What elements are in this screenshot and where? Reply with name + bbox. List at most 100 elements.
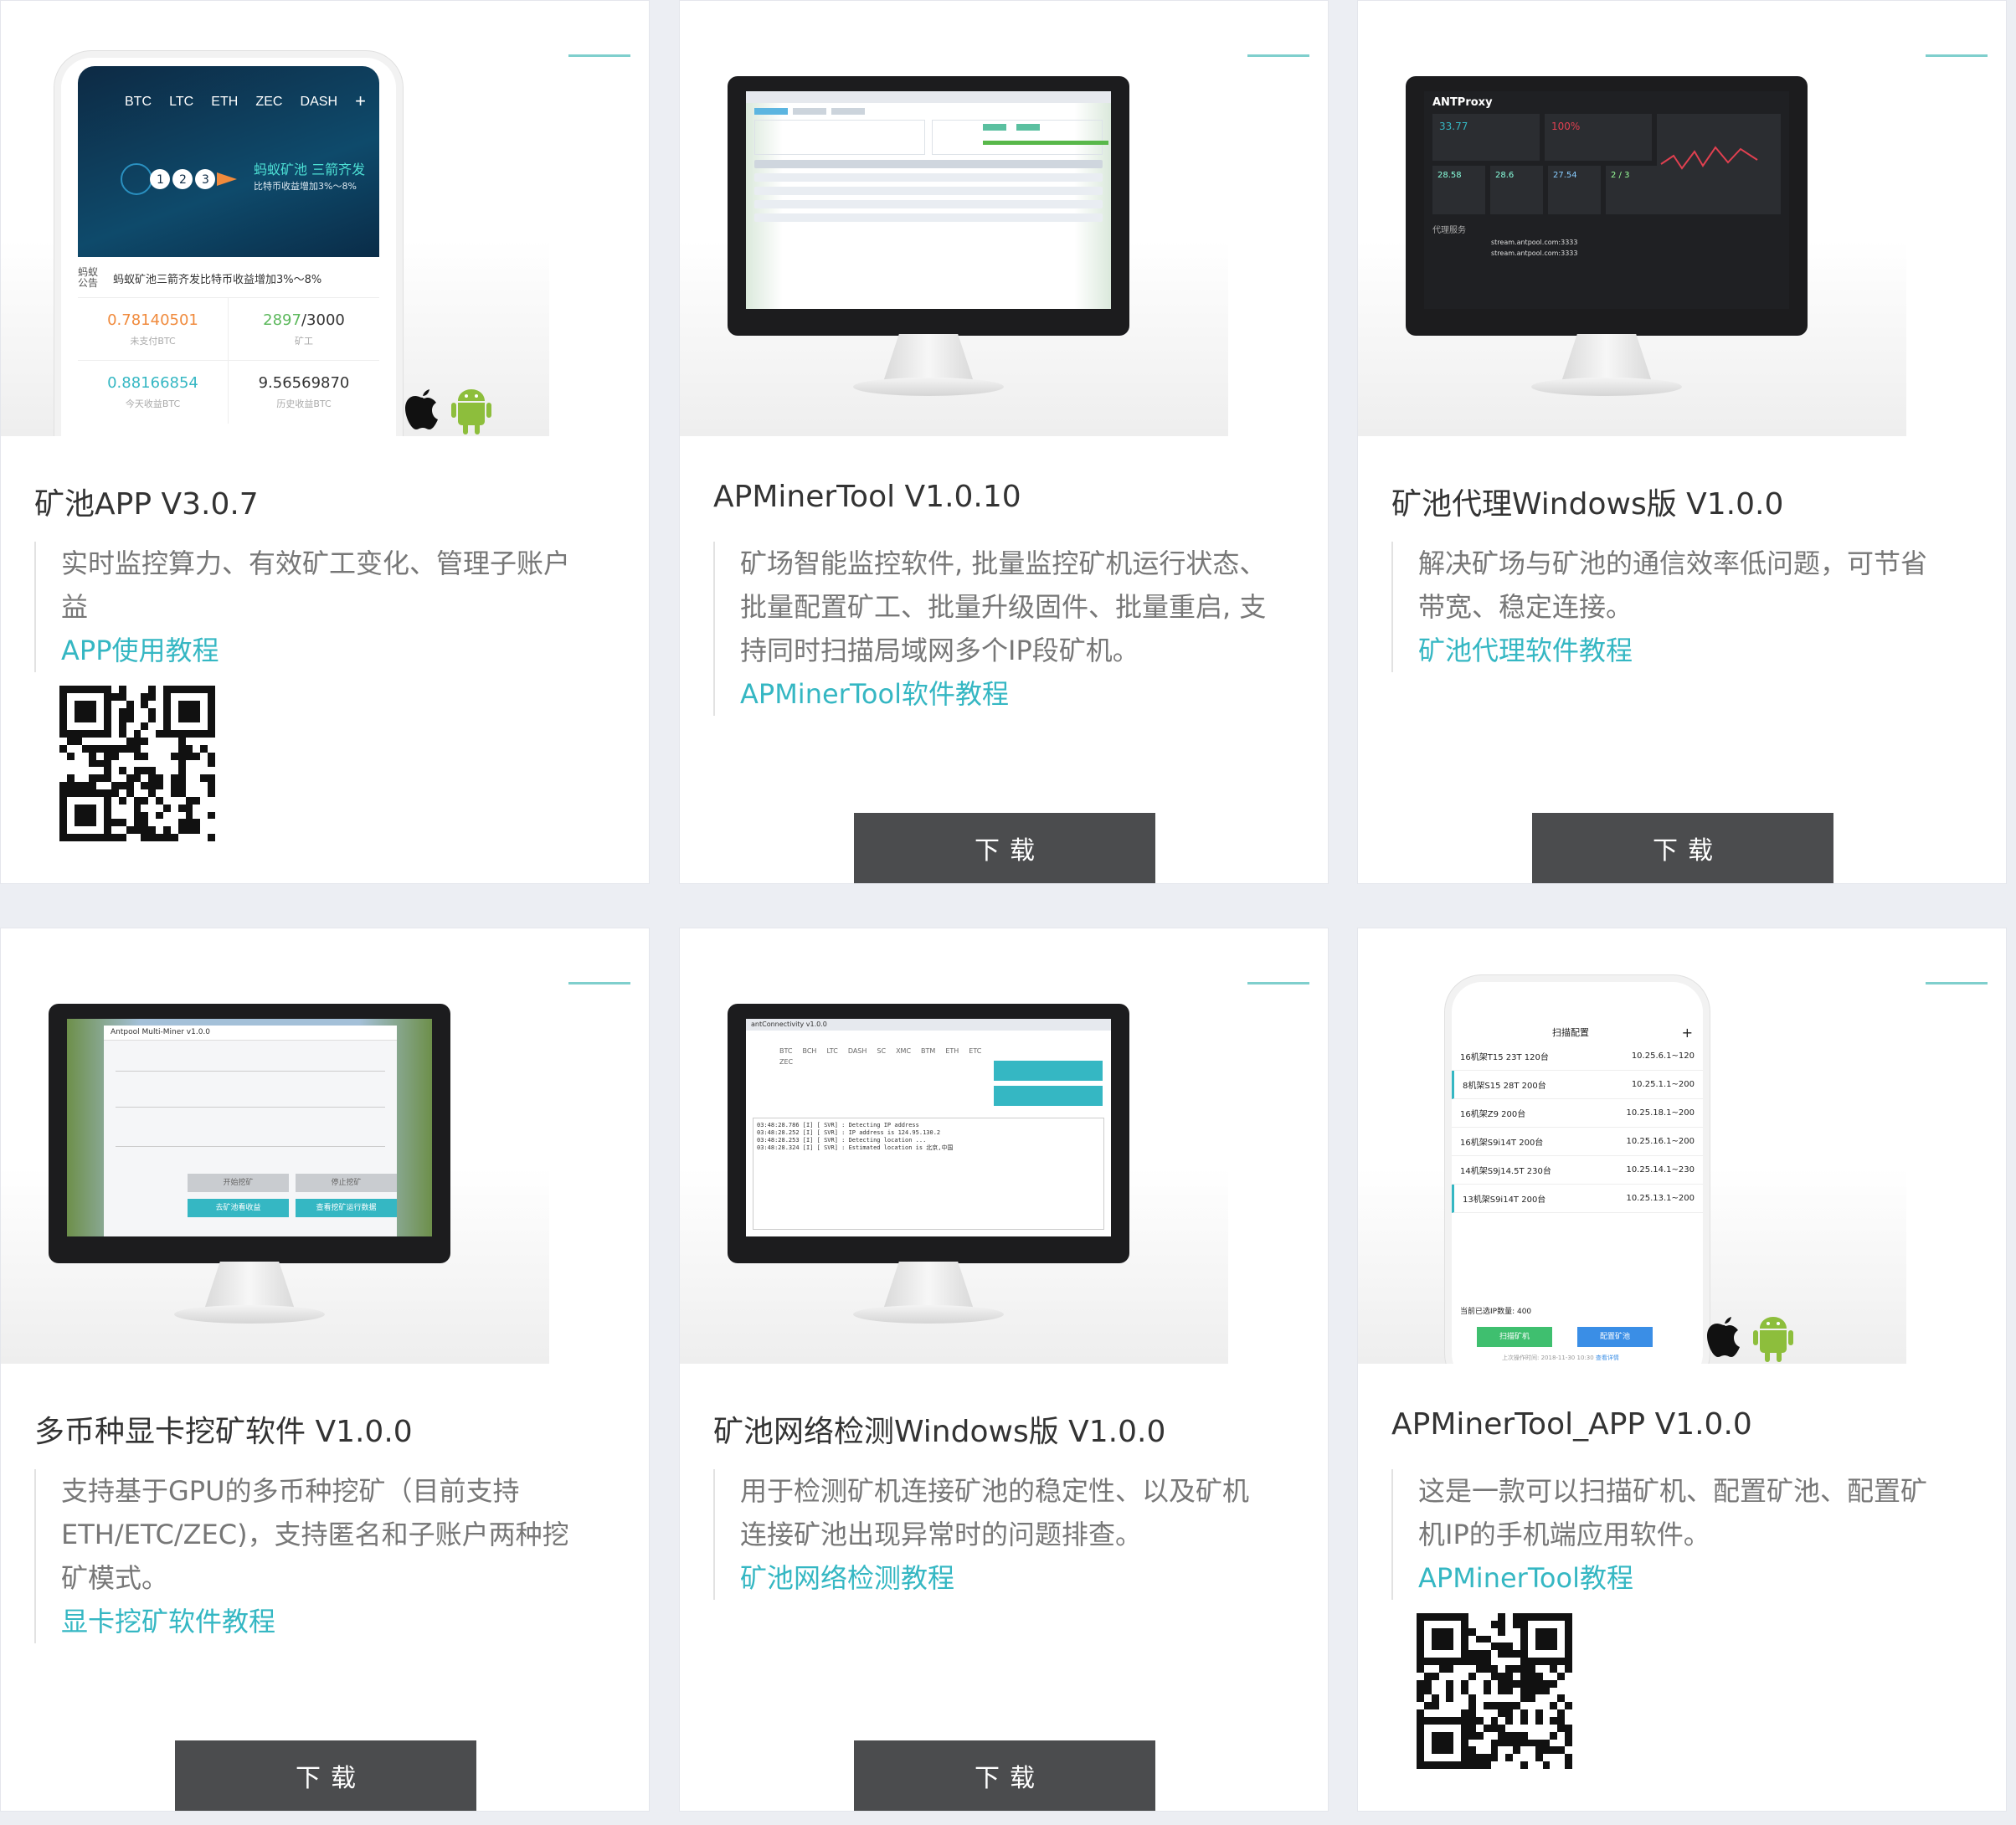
- coin-tab[interactable]: BTC: [125, 95, 152, 110]
- qr-module: [193, 722, 200, 730]
- qr-module: [119, 805, 126, 812]
- qr-module: [1565, 1688, 1572, 1695]
- download-button[interactable]: 下载: [854, 1740, 1155, 1811]
- card-title: 矿池代理Windows版 V1.0.0: [1391, 487, 1784, 522]
- rack-row[interactable]: 16机架T15 23T 120台 10.25.6.1~120: [1452, 1042, 1703, 1071]
- coin-tab[interactable]: ZEC: [255, 95, 282, 110]
- qr-module: [162, 692, 171, 701]
- qr-module: [1528, 1709, 1535, 1717]
- qr-module: [1565, 1739, 1572, 1747]
- qr-module: [1461, 1673, 1468, 1680]
- qr-module: [133, 819, 141, 827]
- rack-row[interactable]: 14机架S9j14.5T 230台 10.25.14.1~230: [1452, 1156, 1703, 1185]
- qr-module: [1542, 1658, 1551, 1665]
- qr-module: [133, 826, 141, 835]
- qr-module: [67, 745, 75, 753]
- qr-module: [177, 767, 186, 775]
- qr-module: [75, 760, 82, 768]
- qr-module: [200, 738, 208, 745]
- qr-module: [1542, 1687, 1551, 1695]
- scan-button[interactable]: 扫描矿机: [1477, 1327, 1552, 1347]
- download-button[interactable]: 下载: [1532, 813, 1833, 883]
- qr-module: [126, 774, 134, 783]
- notice-bar[interactable]: 蚂蚁公告 蚂蚁矿池三箭齐发比特币收益增加3%～8%: [78, 264, 379, 292]
- qr-module: [148, 826, 157, 835]
- rack-row[interactable]: 8机架S15 28T 200台 10.25.1.1~200: [1452, 1071, 1703, 1099]
- qr-module: [141, 826, 149, 835]
- qr-module: [81, 834, 90, 841]
- description-text: 这是一款可以扫描矿机、配置矿池、配置矿机IP的手机端应用软件。: [1418, 1475, 1928, 1550]
- qr-module: [1468, 1740, 1476, 1747]
- qr-module: [75, 767, 82, 774]
- qr-module: [1528, 1725, 1535, 1732]
- qr-module: [96, 826, 104, 834]
- svg-text:1: 1: [157, 173, 164, 187]
- qr-module: [1535, 1613, 1543, 1621]
- qr-module: [96, 812, 104, 820]
- qr-module: [81, 782, 90, 789]
- qr-module: [119, 701, 126, 708]
- qr-module: [89, 804, 97, 812]
- qr-module: [1446, 1739, 1454, 1747]
- qr-module: [208, 715, 215, 723]
- qr-module: [1453, 1740, 1461, 1747]
- tutorial-link[interactable]: APMinerTool教程: [1418, 1556, 1948, 1600]
- qr-module: [1439, 1725, 1447, 1732]
- rack-row[interactable]: 16机架Z9 200台 10.25.18.1~200: [1452, 1099, 1703, 1128]
- qr-module: [186, 760, 193, 768]
- qr-module: [104, 730, 111, 738]
- qr-module: [74, 782, 82, 789]
- tutorial-link[interactable]: APP使用教程: [61, 629, 591, 672]
- qr-module: [1527, 1658, 1535, 1665]
- qr-module: [1417, 1746, 1424, 1755]
- qr-module: [1542, 1642, 1551, 1651]
- qr-module: [1417, 1754, 1424, 1762]
- coin-tab[interactable]: DASH: [301, 95, 337, 110]
- add-icon[interactable]: +: [355, 92, 366, 111]
- qr-module: [193, 730, 201, 738]
- qr-module: [118, 744, 126, 753]
- qr-module: [1535, 1679, 1543, 1688]
- qr-module: [59, 707, 67, 716]
- tutorial-link[interactable]: 矿池网络检测教程: [740, 1556, 1270, 1600]
- qr-module: [1461, 1754, 1468, 1762]
- qr-module: [1490, 1664, 1499, 1673]
- qr-module: [96, 744, 105, 753]
- qr-module: [111, 760, 119, 768]
- qr-module: [1535, 1709, 1543, 1717]
- tutorial-link[interactable]: APMinerTool软件教程: [740, 672, 1270, 716]
- download-button[interactable]: 下载: [175, 1740, 476, 1811]
- qr-module: [1446, 1709, 1453, 1717]
- coin-tab[interactable]: ETH: [211, 95, 238, 110]
- qr-module: [156, 760, 163, 768]
- qr-module: [1498, 1761, 1505, 1769]
- qr-module: [200, 693, 208, 701]
- qr-module: [1513, 1664, 1520, 1673]
- qr-module: [148, 686, 157, 693]
- qr-module: [1535, 1621, 1543, 1628]
- qr-module: [1557, 1740, 1565, 1747]
- download-button[interactable]: 下载: [854, 813, 1155, 883]
- add-icon[interactable]: +: [1682, 1025, 1693, 1041]
- tutorial-link[interactable]: 显卡挖矿软件教程: [61, 1600, 591, 1643]
- monitor-screen: antConnectivity v1.0.0 BTC BCH LTC DASH …: [746, 1019, 1111, 1236]
- qr-module: [1417, 1731, 1424, 1740]
- qr-module: [1543, 1665, 1551, 1673]
- card-image-connectivity: antConnectivity v1.0.0 BTC BCH LTC DASH …: [680, 928, 1228, 1364]
- qr-module: [1431, 1761, 1439, 1769]
- proxy-brand: ANTProxy: [1432, 96, 1493, 109]
- config-button[interactable]: 配置矿池: [1577, 1327, 1653, 1347]
- qr-module: [1543, 1754, 1551, 1761]
- rack-row[interactable]: 13机架S9i14T 200台 10.25.13.1~200: [1452, 1185, 1703, 1213]
- tutorial-link[interactable]: 矿池代理软件教程: [1418, 629, 1948, 672]
- qr-module: [89, 686, 97, 693]
- qr-module: [133, 774, 141, 783]
- rack-row[interactable]: 16机架S9i14T 200台 10.25.16.1~200: [1452, 1128, 1703, 1156]
- coin-tab[interactable]: LTC: [169, 95, 193, 110]
- qr-module: [156, 722, 163, 730]
- qr-module: [200, 715, 208, 722]
- qr-module: [178, 693, 186, 701]
- qr-module: [1476, 1746, 1484, 1754]
- qr-module: [89, 767, 96, 774]
- monitor-base: [853, 1305, 1004, 1324]
